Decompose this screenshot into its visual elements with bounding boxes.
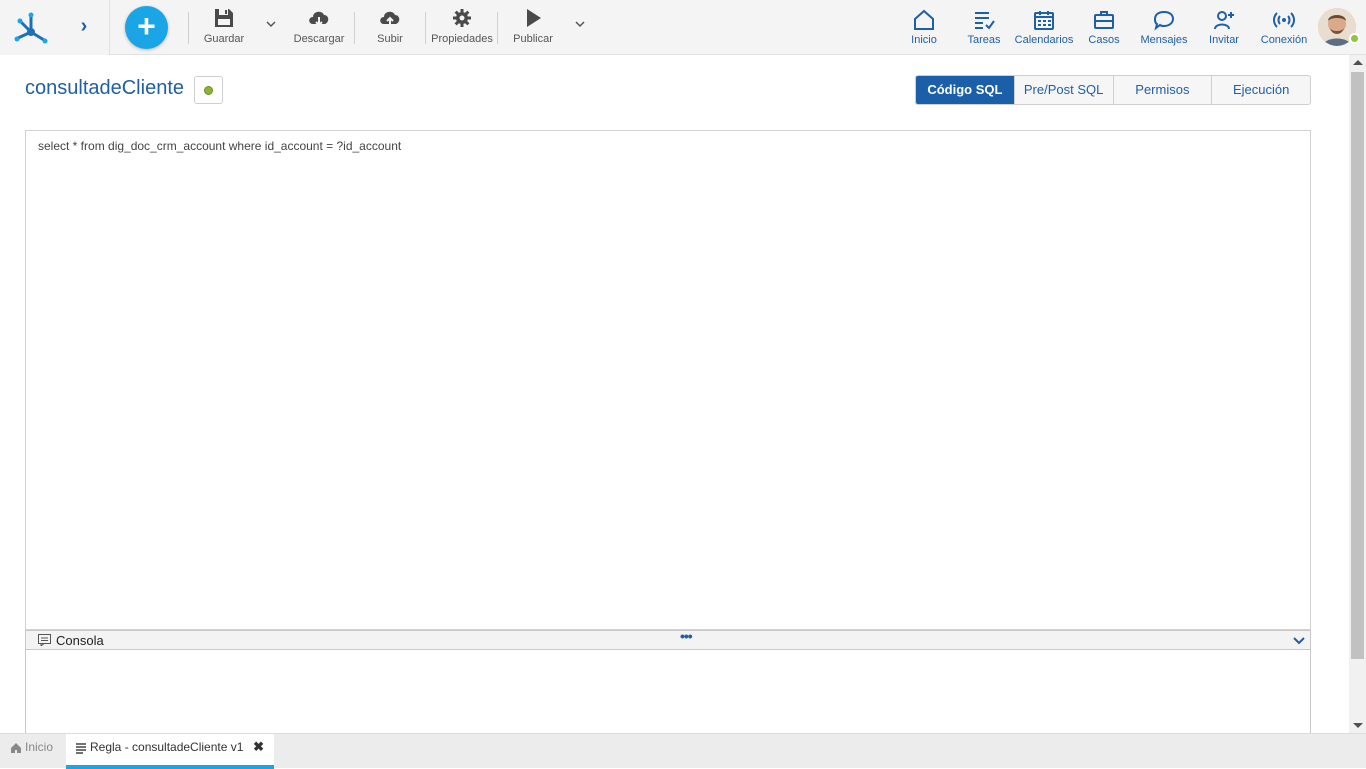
chevron-down-icon[interactable] bbox=[1292, 633, 1306, 647]
nav-cases[interactable]: Casos bbox=[1086, 8, 1122, 50]
briefcase-icon bbox=[1094, 11, 1114, 29]
tab-execution[interactable]: Ejecución bbox=[1211, 76, 1310, 104]
state-dot bbox=[204, 86, 213, 95]
bottom-tab-rule[interactable]: Regla - consultadeCliente v1 ✖ bbox=[66, 734, 274, 769]
expand-menu-icon[interactable]: › bbox=[74, 14, 94, 38]
divider bbox=[497, 12, 498, 44]
nav-invite[interactable]: Invitar bbox=[1206, 8, 1242, 50]
page-scrollbar[interactable] bbox=[1349, 55, 1366, 733]
console-header[interactable]: Consola ••• bbox=[25, 628, 1311, 650]
upload-label: Subir bbox=[377, 33, 403, 45]
nav-tasks-label: Tareas bbox=[967, 34, 1001, 46]
add-user-icon bbox=[1214, 11, 1234, 30]
app-logo-icon[interactable] bbox=[12, 8, 50, 46]
tab-sql-code[interactable]: Código SQL bbox=[916, 76, 1014, 104]
bottom-tab-home[interactable]: Inicio bbox=[10, 734, 53, 769]
properties-button[interactable]: Propiedades bbox=[430, 6, 494, 50]
floppy-disk-icon bbox=[215, 9, 233, 27]
publish-dropdown-chevron-icon[interactable] bbox=[574, 18, 586, 30]
nav-messages-label: Mensajes bbox=[1140, 34, 1188, 46]
tab-pre-post-sql[interactable]: Pre/Post SQL bbox=[1013, 76, 1113, 104]
home-icon bbox=[914, 9, 934, 30]
nav-home[interactable]: Inicio bbox=[906, 8, 942, 50]
publish-button[interactable]: Publicar bbox=[510, 6, 556, 50]
console-label: Consola bbox=[56, 633, 104, 648]
home-icon bbox=[11, 742, 21, 753]
add-button[interactable]: + bbox=[125, 6, 168, 49]
bottom-tab-home-label: Inicio bbox=[25, 740, 54, 754]
nav-calendars[interactable]: Calendarios bbox=[1013, 8, 1075, 50]
save-dropdown-chevron-icon[interactable] bbox=[265, 18, 277, 30]
divider bbox=[354, 12, 355, 44]
publish-label: Publicar bbox=[513, 33, 553, 45]
sql-editor[interactable]: select * from dig_doc_crm_account where … bbox=[25, 130, 1311, 630]
properties-label: Propiedades bbox=[431, 33, 493, 45]
save-button[interactable]: Guardar bbox=[200, 6, 248, 50]
play-icon bbox=[527, 9, 541, 27]
upload-button[interactable]: Subir bbox=[372, 6, 408, 50]
cloud-upload-icon bbox=[380, 11, 400, 26]
divider bbox=[188, 12, 189, 44]
scroll-down-arrow-icon[interactable] bbox=[1353, 723, 1363, 728]
console-output[interactable] bbox=[25, 650, 1311, 734]
logo-area: › bbox=[0, 0, 110, 55]
sql-code-line[interactable]: select * from dig_doc_crm_account where … bbox=[38, 139, 401, 153]
editor-tabs: Código SQL Pre/Post SQL Permisos Ejecuci… bbox=[915, 75, 1311, 105]
nav-connection-label: Conexión bbox=[1260, 34, 1308, 46]
save-label: Guardar bbox=[203, 33, 245, 45]
top-toolbar: › + Guardar Descargar Subir Propiedades … bbox=[0, 0, 1366, 55]
download-label: Descargar bbox=[293, 33, 345, 45]
nav-connection[interactable]: Conexión bbox=[1260, 8, 1308, 50]
scroll-up-arrow-icon[interactable] bbox=[1353, 60, 1363, 65]
divider bbox=[425, 12, 426, 44]
nav-cases-label: Casos bbox=[1088, 34, 1120, 46]
nav-calendars-label: Calendarios bbox=[1014, 34, 1074, 46]
scrollbar-thumb[interactable] bbox=[1351, 72, 1364, 659]
list-icon bbox=[76, 743, 86, 754]
tasks-icon bbox=[975, 12, 995, 30]
cloud-download-icon bbox=[309, 11, 329, 27]
chat-bubble-icon bbox=[1153, 10, 1175, 31]
nav-home-label: Inicio bbox=[911, 34, 937, 46]
calendar-icon bbox=[1034, 11, 1054, 30]
state-indicator-button[interactable] bbox=[194, 76, 223, 104]
console-resize-handle[interactable]: ••• bbox=[680, 628, 693, 644]
bottom-tab-bar: Inicio Regla - consultadeCliente v1 ✖ bbox=[0, 733, 1366, 769]
nav-messages[interactable]: Mensajes bbox=[1138, 8, 1190, 50]
bottom-tab-rule-label: Regla - consultadeCliente v1 bbox=[90, 740, 244, 754]
download-button[interactable]: Descargar bbox=[292, 6, 346, 50]
close-icon[interactable]: ✖ bbox=[253, 734, 264, 760]
gear-icon bbox=[453, 9, 471, 27]
page-title: consultadeCliente bbox=[25, 77, 184, 99]
broadcast-icon bbox=[1273, 12, 1295, 28]
nav-invite-label: Invitar bbox=[1209, 34, 1239, 46]
console-icon bbox=[38, 634, 51, 646]
online-status-indicator bbox=[1349, 33, 1360, 44]
tab-permissions[interactable]: Permisos bbox=[1112, 76, 1212, 104]
nav-tasks[interactable]: Tareas bbox=[964, 8, 1004, 50]
